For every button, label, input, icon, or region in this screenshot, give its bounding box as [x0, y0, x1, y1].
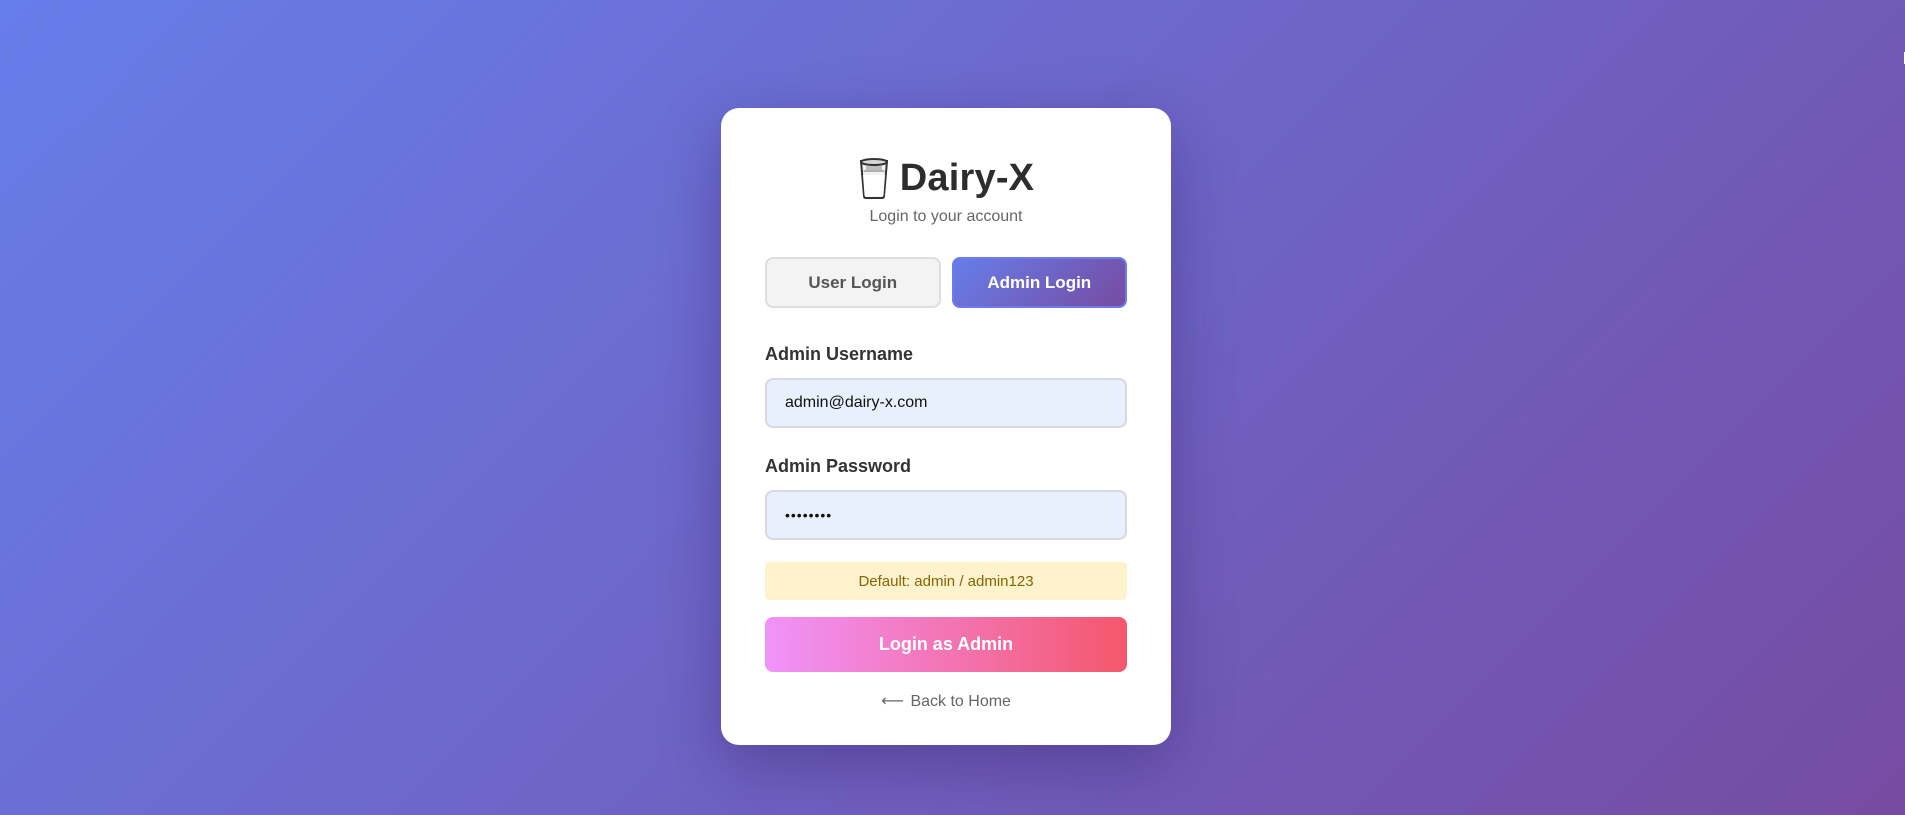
login-as-admin-button[interactable]: Login as Admin [765, 617, 1127, 672]
login-subtitle: Login to your account [869, 208, 1023, 225]
back-arrow-icon: ⟵ [881, 693, 904, 710]
tab-admin-login[interactable]: Admin Login [951, 257, 1127, 308]
login-type-tabs: User Login Admin Login [765, 257, 1127, 308]
milk-glass-icon [858, 157, 890, 199]
username-input[interactable] [765, 378, 1127, 428]
tab-user-login[interactable]: User Login [765, 257, 941, 308]
password-input[interactable] [765, 490, 1127, 540]
app-title: Dairy-X [899, 156, 1035, 199]
back-to-home-link[interactable]: ⟵ Back to Home [765, 691, 1127, 711]
default-credentials-hint: Default: admin / admin123 [765, 562, 1127, 600]
password-label: Admin Password [765, 456, 912, 476]
brand-header: Dairy-X [765, 156, 1127, 200]
login-card: Dairy-X Login to your account User Login… [721, 108, 1171, 745]
back-to-home-label: Back to Home [910, 693, 1011, 710]
username-label: Admin Username [765, 344, 914, 364]
